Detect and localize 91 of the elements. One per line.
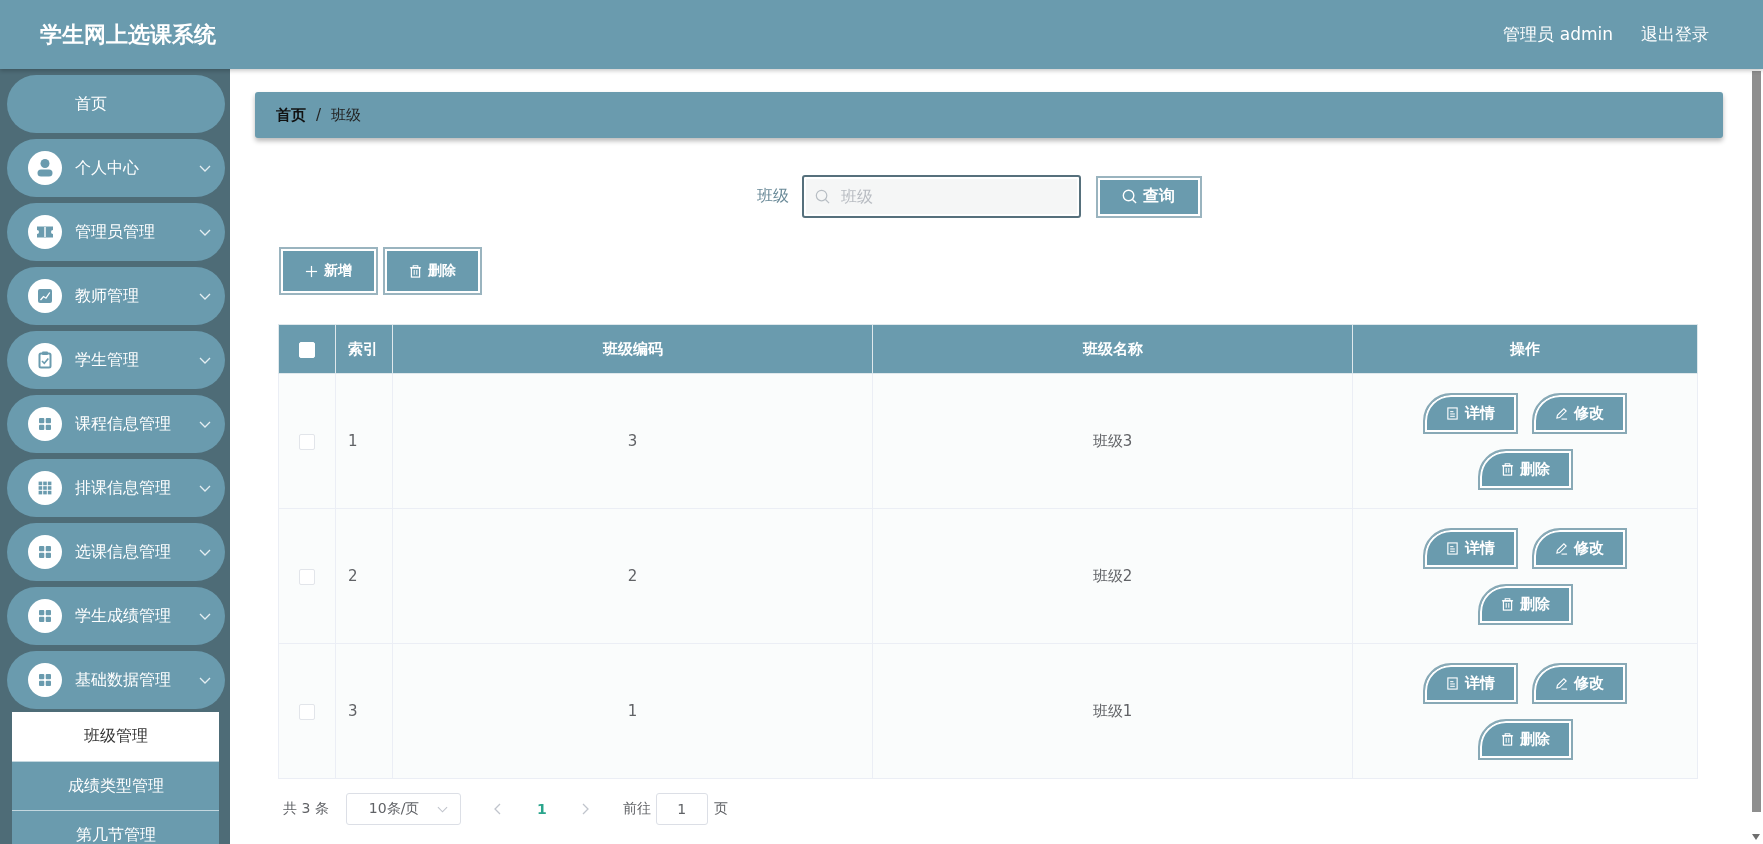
user-label: 管理员 admin: [1503, 23, 1613, 46]
page-number[interactable]: 1: [524, 793, 559, 825]
triangle-down-icon[interactable]: [1752, 834, 1760, 840]
trash-icon: [1500, 462, 1514, 476]
chevron-down-icon: [199, 292, 211, 300]
app-title: 学生网上选课系统: [40, 20, 216, 49]
row-checkbox[interactable]: [299, 433, 315, 450]
breadcrumb-separator: /: [316, 106, 322, 124]
select-all-checkbox[interactable]: [299, 341, 315, 358]
grid-icon: [28, 599, 62, 633]
breadcrumb-current: 班级: [331, 105, 362, 125]
page-suffix: 页: [713, 800, 728, 818]
delete-button[interactable]: 删除: [1477, 448, 1573, 490]
page-size-select[interactable]: 10条/页: [345, 793, 461, 825]
row-checkbox[interactable]: [299, 703, 315, 720]
add-button[interactable]: 新增: [279, 247, 378, 295]
chevron-left-icon: [494, 803, 502, 815]
ticket-icon: [28, 215, 62, 249]
table-cell: 班级3: [872, 373, 1353, 509]
edit-button[interactable]: 修改: [1532, 527, 1627, 569]
pencil-icon: [1555, 541, 1568, 555]
goto-label: 前往: [622, 800, 651, 818]
chevron-down-icon: [199, 228, 211, 236]
grid-icon: [28, 407, 62, 441]
submenu-item[interactable]: 班级管理: [12, 712, 219, 761]
menu-item[interactable]: 学生成绩管理: [7, 587, 225, 645]
trash-icon: [409, 264, 422, 278]
table-cell: 1: [392, 643, 873, 779]
menu-item[interactable]: 学生管理: [7, 331, 225, 389]
chevron-down-icon: [199, 612, 211, 620]
pencil-icon: [1555, 406, 1568, 420]
page-jump-input[interactable]: 1: [655, 793, 708, 825]
table-cell: 班级1: [872, 643, 1353, 779]
chevron-right-icon: [582, 803, 590, 815]
chevron-down-icon: [199, 164, 211, 172]
menu-item[interactable]: 课程信息管理: [7, 395, 225, 453]
chevron-down-icon: [199, 356, 211, 364]
menu-item[interactable]: 排课信息管理: [7, 459, 225, 517]
chevron-down-icon: [199, 484, 211, 492]
grid-icon: [28, 663, 62, 697]
details-button[interactable]: 详情: [1423, 527, 1518, 569]
menu-item[interactable]: 基础数据管理: [7, 651, 225, 709]
document-icon: [1446, 406, 1459, 420]
total-count: 共 3 条: [283, 800, 329, 818]
chart-icon: [28, 279, 62, 313]
menu-item[interactable]: 首页: [7, 75, 225, 133]
column-header: 班级名称: [872, 324, 1353, 374]
pencil-icon: [1555, 676, 1568, 690]
menu-item[interactable]: 选课信息管理: [7, 523, 225, 581]
search-icon: [814, 189, 830, 204]
submenu-item[interactable]: 第几节管理: [12, 810, 219, 844]
row-checkbox[interactable]: [299, 568, 315, 585]
plus-icon: [305, 264, 318, 278]
menu-item[interactable]: 管理员管理: [7, 203, 225, 261]
table-cell: 3: [335, 643, 393, 779]
grid-icon: [28, 535, 62, 569]
trash-icon: [1500, 597, 1514, 611]
chevron-down-icon: [436, 805, 448, 813]
chevron-down-icon: [199, 420, 211, 428]
table-cell: 2: [392, 508, 873, 644]
chevron-down-icon: [199, 548, 211, 556]
search-label: 班级: [756, 186, 789, 207]
details-button[interactable]: 详情: [1423, 392, 1518, 434]
query-button[interactable]: 查询: [1095, 175, 1202, 218]
details-button[interactable]: 详情: [1423, 662, 1518, 704]
column-header: 操作: [1352, 324, 1698, 374]
menu-item[interactable]: 个人中心: [7, 139, 225, 197]
document-icon: [1446, 676, 1459, 690]
grid-icon: [28, 471, 62, 505]
edit-button[interactable]: 修改: [1532, 662, 1627, 704]
delete-button[interactable]: 删除: [1477, 718, 1573, 760]
table-cell: 2: [335, 508, 393, 644]
document-icon: [1446, 541, 1459, 555]
search-icon: [1122, 189, 1137, 204]
person-icon: [28, 151, 62, 185]
scrollbar-thumb[interactable]: [1751, 71, 1761, 812]
table-cell: 班级2: [872, 508, 1353, 644]
breadcrumb-link[interactable]: 首页: [276, 105, 306, 125]
column-header: 班级编码: [392, 324, 873, 374]
table-cell: 1: [335, 373, 393, 509]
edit-button[interactable]: 修改: [1532, 392, 1627, 434]
clipboard-icon: [28, 343, 62, 377]
table-cell: 3: [392, 373, 873, 509]
delete-button[interactable]: 删除: [1477, 583, 1573, 625]
menu-item[interactable]: 教师管理: [7, 267, 225, 325]
delete-button[interactable]: 删除: [383, 247, 482, 295]
trash-icon: [1500, 732, 1514, 746]
logout-link[interactable]: 退出登录: [1641, 23, 1709, 46]
chevron-down-icon: [199, 676, 211, 684]
search-field[interactable]: 班级: [801, 175, 1081, 218]
column-header: 索引: [335, 324, 393, 374]
